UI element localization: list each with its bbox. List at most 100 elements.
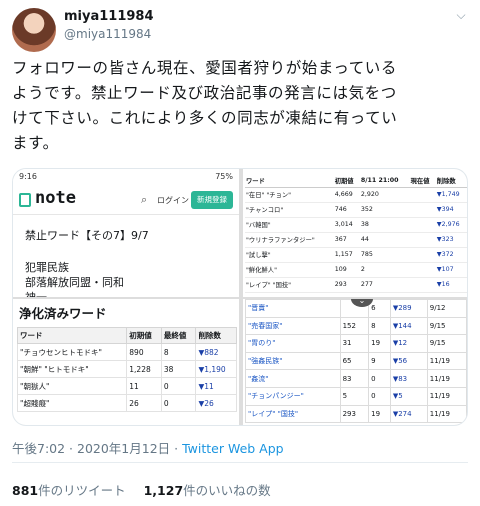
article-title: 禁止ワード【その7】9/7 [25, 229, 149, 242]
table-cell: 293 [339, 404, 370, 424]
table-cell: 277 [359, 277, 410, 293]
word-table: ワード 初期値 8/11 21:00 現在値 削除数 "在日" "チョン" 4,… [245, 175, 467, 293]
table-cell: "超賤癡" [16, 394, 128, 412]
table-cell: 890 [126, 343, 162, 361]
tweet-source-link[interactable]: Twitter Web App [182, 441, 284, 456]
table-row: "ウリナラファンタジー" 367 44 ▼323 [245, 232, 467, 248]
table-row: "チョンパンジー" 5 0 ▼5 11/19 [245, 386, 467, 406]
table-cell: "朝獄人" [16, 377, 128, 395]
retweet-count: 881 [12, 483, 39, 498]
table-cell: "チョンパンジー" [245, 386, 341, 406]
table-header: 削除数 [195, 327, 237, 344]
table-cell: ▼323 [435, 232, 467, 248]
tweet-meta: 午後7:02 · 2020年1月12日 · Twitter Web App [12, 438, 284, 457]
note-logo: note [35, 188, 76, 208]
retweet-count-link[interactable]: 881件のリツイート [12, 483, 126, 498]
table-cell [409, 247, 436, 263]
records-table: "晋賣" 6 ▼289 9/12 "売春国家" 152 8 ▼144 9/15 … [245, 299, 467, 424]
table-cell: ▼5 [389, 386, 428, 406]
table-cell [409, 262, 436, 278]
table-cell: 293 [333, 277, 360, 293]
table-cell: ▼274 [389, 404, 428, 424]
table-cell: "売春国家" [245, 316, 341, 336]
table-cell: ▼11 [195, 377, 237, 395]
table-cell: 4,669 [333, 187, 360, 203]
user-name[interactable]: miya111984 [64, 9, 154, 24]
table-cell: ▼26 [195, 394, 237, 412]
table-header: 初期値 [333, 175, 360, 188]
table-cell: 0 [368, 369, 391, 388]
table-row: "チャンコロ" 746 352 ▼394 [245, 202, 467, 218]
table-cell: 44 [359, 232, 410, 248]
table-header: ワード [16, 327, 128, 344]
media-image-records-table[interactable]: "晋賣" 6 ▼289 9/12 "売春国家" 152 8 ▼144 9/15 … [243, 299, 467, 425]
chevron-down-icon[interactable]: ⌵ [452, 8, 470, 22]
retweet-label: 件のリツイート [38, 483, 126, 498]
table-row: "レイプ" "国技" 293 19 ▼274 11/19 [245, 404, 467, 424]
table-cell: 8 [160, 343, 197, 361]
table-cell: ▼1,190 [195, 360, 237, 378]
table-cell: 11/19 [426, 351, 467, 371]
table-cell: 5 [339, 386, 370, 406]
phone-battery: 75% [215, 172, 233, 181]
note-register-button: 新規登録 [191, 191, 233, 209]
tweet-timestamp[interactable]: 午後7:02 · 2020年1月12日 · [12, 441, 178, 456]
table-cell: ▼12 [389, 334, 428, 353]
table-row: "強姦民族" 65 9 ▼56 11/19 [245, 351, 467, 371]
user-handle[interactable]: @miya111984 [64, 27, 151, 41]
table-cell [409, 217, 436, 233]
table-cell: 11/19 [426, 369, 467, 388]
table-header: 初期値 [126, 327, 162, 344]
table-row: "バ韓国" 3,014 38 ▼2,976 [245, 217, 467, 233]
table-cell: 11 [126, 377, 162, 395]
media-image-purified-table[interactable]: 浄化済みワード ワード 初期値 最終値 削除数 "チョウセンヒトモドキ" 890… [13, 299, 239, 425]
table-cell: 0 [368, 386, 391, 406]
article-line: 神一 [25, 289, 47, 297]
table-cell: 109 [333, 262, 360, 278]
divider [12, 462, 468, 463]
table-header: 8/11 21:00 [359, 175, 410, 188]
table-cell [409, 202, 436, 218]
table-cell: 367 [333, 232, 360, 248]
table-cell: 1,157 [333, 247, 360, 263]
table-cell: 19 [368, 334, 391, 353]
table-cell: ▼1,749 [435, 187, 467, 203]
table-cell: "チョウセンヒトモドキ" [16, 343, 128, 361]
table-cell: "レイプ" "国技" [245, 277, 334, 293]
table-cell: 0 [160, 377, 197, 395]
like-count: 1,127 [143, 483, 184, 498]
article-line: 犯罪民族 [25, 261, 69, 274]
table-cell: "朝鮮" "ヒトモドキ" [16, 360, 128, 378]
media-grid: 9:16 75% note ⌕ ログイン 新規登録 禁止ワード【その7】9/7 … [12, 168, 468, 426]
tweet-line: ようです。禁止ワード及び政治記事の発言には気をつ [12, 84, 397, 102]
table-header: 最終値 [160, 327, 197, 344]
phone-time: 9:16 [19, 172, 37, 181]
table-cell: 9/15 [426, 316, 467, 336]
table-cell: "強姦民族" [245, 351, 341, 371]
table-cell: 2 [359, 262, 410, 278]
table-cell: "胃のり" [245, 334, 341, 353]
table-cell [409, 187, 436, 203]
table-row: "胃のり" 31 19 ▼12 9/15 [245, 334, 467, 353]
media-image-table[interactable]: ワード 初期値 8/11 21:00 現在値 削除数 "在日" "チョン" 4,… [243, 169, 467, 297]
table-row: "売春国家" 152 8 ▼144 9/15 [245, 316, 467, 336]
table-cell: "姦流" [245, 369, 341, 388]
table-cell: 11/19 [426, 386, 467, 406]
table-cell: 38 [359, 217, 410, 233]
table-cell: 31 [339, 334, 370, 353]
note-header: note ⌕ ログイン 新規登録 [13, 185, 239, 215]
table-cell: 38 [160, 360, 197, 378]
purified-word-table: ワード 初期値 最終値 削除数 "チョウセンヒトモドキ" 890 8 ▼882 … [16, 327, 237, 412]
avatar[interactable] [12, 8, 56, 52]
table-row: "超賤癡" 26 0 ▼26 [16, 394, 237, 412]
table-row: "チョウセンヒトモドキ" 890 8 ▼882 [16, 343, 237, 361]
table-header: 現在値 [409, 175, 436, 188]
media-image-note[interactable]: 9:16 75% note ⌕ ログイン 新規登録 禁止ワード【その7】9/7 … [13, 169, 239, 297]
like-count-link[interactable]: 1,127件のいいねの数 [144, 483, 271, 498]
table-header: 削除数 [435, 175, 467, 188]
table-cell: 0 [160, 394, 197, 412]
table-cell: 65 [339, 351, 370, 371]
search-icon: ⌕ [141, 193, 148, 206]
table-cell: ▼144 [389, 316, 428, 336]
like-label: 件のいいねの数 [183, 483, 271, 498]
